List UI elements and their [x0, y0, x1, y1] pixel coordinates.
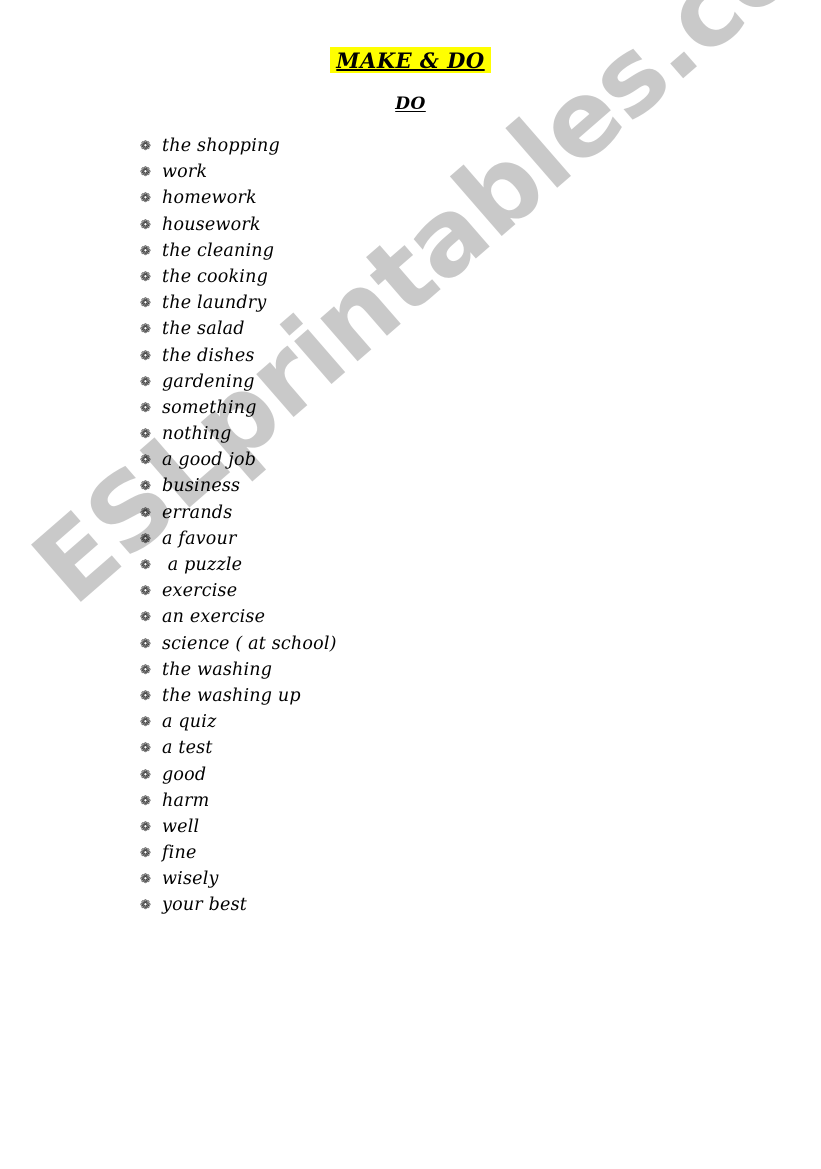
flower-bullet-icon: ❁: [140, 872, 151, 888]
page-title: MAKE & DO: [330, 47, 491, 73]
flower-bullet-icon: ❁: [140, 269, 151, 285]
flower-bullet-icon: ❁: [140, 191, 151, 207]
do-collocations-list: ❁ the shopping ❁ work ❁ homework ❁ housework ❁ th…: [140, 133, 640, 919]
flower-bullet-icon: ❁: [140, 793, 151, 809]
flower-bullet-icon: ❁: [140, 165, 151, 181]
list-item-label: something: [162, 397, 257, 418]
list-item: ❁ homework: [140, 185, 640, 211]
list-item-label: the salad: [162, 319, 245, 340]
list-item-label: errands: [162, 502, 233, 523]
list-item: ❁ the cooking: [140, 264, 640, 290]
flower-bullet-icon: ❁: [140, 584, 151, 600]
list-item: ❁ the washing: [140, 657, 640, 683]
flower-bullet-icon: ❁: [140, 767, 151, 783]
flower-bullet-icon: ❁: [140, 846, 151, 862]
list-item: ❁ gardening: [140, 369, 640, 395]
list-item-label: a puzzle: [162, 555, 243, 575]
flower-bullet-icon: ❁: [140, 558, 151, 573]
flower-bullet-icon: ❁: [140, 348, 151, 364]
list-item-label: gardening: [162, 371, 255, 392]
flower-bullet-icon: ❁: [140, 531, 151, 547]
flower-bullet-icon: ❁: [140, 819, 151, 835]
flower-bullet-icon: ❁: [140, 479, 151, 495]
list-item: ❁ nothing: [140, 421, 640, 447]
flower-bullet-icon: ❁: [140, 453, 151, 469]
list-item-label: an exercise: [162, 607, 266, 628]
flower-bullet-icon: ❁: [140, 898, 151, 914]
list-item-label: nothing: [162, 424, 232, 445]
flower-bullet-icon: ❁: [140, 400, 151, 416]
list-item-label: exercise: [162, 581, 238, 602]
list-item: ❁ a good job: [140, 447, 640, 473]
list-item: ❁ the salad: [140, 316, 640, 342]
flower-bullet-icon: ❁: [140, 662, 151, 678]
list-item-label: the cleaning: [162, 240, 275, 261]
list-item-label: your best: [162, 895, 247, 916]
list-item-label: fine: [162, 843, 197, 864]
list-item-label: business: [162, 476, 241, 497]
list-item: ❁ a test: [140, 735, 640, 761]
list-item: ❁ fine: [140, 840, 640, 866]
list-item-label: the dishes: [162, 345, 255, 366]
list-item-label: well: [162, 816, 200, 837]
list-item-label: homework: [162, 188, 257, 209]
list-item-label: the washing up: [162, 685, 301, 706]
list-item-label: wisely: [162, 869, 219, 890]
list-item-label: the washing: [162, 659, 273, 680]
page-title-container: MAKE & DO: [0, 47, 821, 73]
section-heading-do: DO: [395, 94, 426, 114]
list-item-label: harm: [162, 790, 210, 811]
list-item-label: a favour: [162, 528, 237, 549]
list-item: ❁ science ( at school): [140, 631, 640, 657]
list-item: ❁ good: [140, 762, 640, 788]
list-item: ❁ a favour: [140, 526, 640, 552]
flower-bullet-icon: ❁: [140, 296, 151, 312]
list-item: ❁ work: [140, 159, 640, 185]
flower-bullet-icon: ❁: [140, 243, 151, 259]
list-item-label: the cooking: [162, 266, 268, 287]
flower-bullet-icon: ❁: [140, 427, 151, 443]
flower-bullet-icon: ❁: [140, 715, 151, 731]
list-item: ❁ the cleaning: [140, 238, 640, 264]
list-item: ❁ wisely: [140, 866, 640, 892]
list-item: ❁ errands: [140, 500, 640, 526]
flower-bullet-icon: ❁: [140, 741, 151, 757]
list-item-label: the laundry: [162, 293, 267, 314]
flower-bullet-icon: ❁: [140, 505, 151, 521]
list-item: ❁ the laundry: [140, 290, 640, 316]
list-item: ❁ an exercise: [140, 604, 640, 630]
list-item: ❁ business: [140, 473, 640, 499]
list-item-label: a good job: [162, 450, 257, 471]
list-item: ❁ the washing up: [140, 683, 640, 709]
list-item: ❁ well: [140, 814, 640, 840]
flower-bullet-icon: ❁: [140, 688, 151, 704]
list-item-label: a quiz: [162, 712, 217, 733]
flower-bullet-icon: ❁: [140, 217, 151, 233]
list-item: ❁ a quiz: [140, 709, 640, 735]
list-item: ❁ the shopping: [140, 133, 640, 159]
flower-bullet-icon: ❁: [140, 322, 151, 338]
list-item: ❁ your best: [140, 892, 640, 918]
section-heading-container: DO: [0, 94, 821, 114]
list-item: ❁ exercise: [140, 578, 640, 604]
list-item-label: a test: [162, 738, 213, 759]
flower-bullet-icon: ❁: [140, 139, 151, 154]
worksheet-page: ESLprintables.com MAKE & DO DO ❁ the shop…: [0, 0, 821, 1169]
list-item-label: work: [162, 162, 208, 183]
list-item: ❁ housework: [140, 212, 640, 238]
flower-bullet-icon: ❁: [140, 374, 151, 390]
list-item-label: the shopping: [162, 136, 280, 156]
list-item: ❁ the dishes: [140, 343, 640, 369]
list-item-label: housework: [162, 214, 261, 235]
list-item: ❁ something: [140, 395, 640, 421]
list-item: ❁ harm: [140, 788, 640, 814]
flower-bullet-icon: ❁: [140, 610, 151, 626]
list-item: ❁ a puzzle: [140, 552, 640, 578]
list-item-label: good: [162, 764, 207, 785]
list-item-label: science ( at school): [162, 633, 337, 654]
flower-bullet-icon: ❁: [140, 636, 151, 652]
